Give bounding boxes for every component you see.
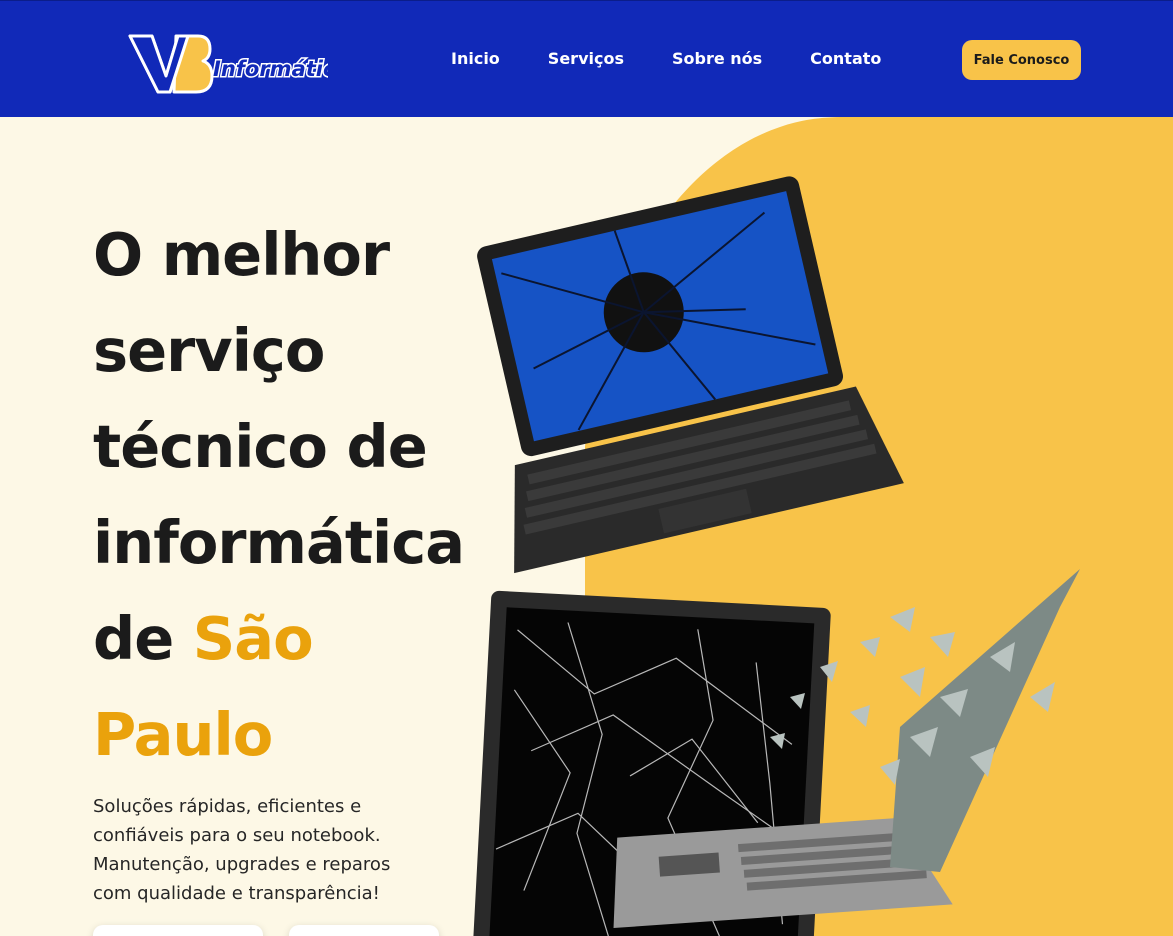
broken-laptop-top-icon bbox=[477, 176, 904, 574]
hero-title-accent-sao: São bbox=[192, 604, 314, 673]
hero-title-line-1: O melhor bbox=[93, 220, 390, 289]
hero-section: O melhor serviço técnico de informática … bbox=[0, 117, 1173, 936]
nav-item-sobre-nos[interactable]: Sobre nós bbox=[672, 49, 762, 68]
nav-item-contato[interactable]: Contato bbox=[810, 49, 881, 68]
hero-primary-button[interactable] bbox=[93, 925, 263, 936]
hero-title-accent-paulo: Paulo bbox=[93, 700, 273, 769]
vb-informatica-logo[interactable]: Informática bbox=[128, 32, 328, 98]
fale-conosco-button[interactable]: Fale Conosco bbox=[962, 40, 1081, 80]
hero-title-line-3: técnico de bbox=[93, 412, 428, 481]
hero-title: O melhor serviço técnico de informática … bbox=[93, 207, 513, 783]
nav-item-servicos[interactable]: Serviços bbox=[548, 49, 624, 68]
main-nav: Inicio Serviços Sobre nós Contato bbox=[451, 49, 881, 68]
hero-title-line-4: informática bbox=[93, 508, 465, 577]
hero-title-line-5: de bbox=[93, 604, 193, 673]
nav-item-inicio[interactable]: Inicio bbox=[451, 49, 500, 68]
svg-text:Informática: Informática bbox=[213, 57, 328, 81]
hero-secondary-button[interactable] bbox=[289, 925, 439, 936]
broken-laptops-illustration bbox=[473, 176, 1080, 936]
hero-buttons bbox=[93, 925, 439, 936]
top-navbar: Informática Inicio Serviços Sobre nós Co… bbox=[0, 0, 1173, 117]
hero-title-line-2: serviço bbox=[93, 316, 325, 385]
hero-description: Soluções rápidas, eficientes e confiávei… bbox=[93, 796, 391, 904]
